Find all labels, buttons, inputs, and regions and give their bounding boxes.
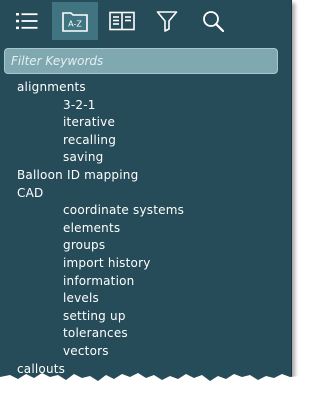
- az-label: A-Z: [68, 20, 82, 29]
- index-subentry[interactable]: iterative: [0, 114, 291, 132]
- index-panel: A-Z Filter Keywords alignments 3-2-1 ite…: [0, 0, 292, 392]
- index-subentry[interactable]: recalling: [0, 132, 291, 150]
- index-subentry[interactable]: tolerances: [0, 325, 291, 343]
- toc-button[interactable]: [4, 2, 50, 40]
- index-button[interactable]: A-Z: [52, 2, 98, 40]
- filter-keywords-input[interactable]: [4, 48, 278, 74]
- index-subentry[interactable]: setting up: [0, 308, 291, 326]
- glossary-button[interactable]: [99, 2, 145, 40]
- toolbar: A-Z: [0, 0, 291, 42]
- index-subentry[interactable]: groups: [0, 237, 291, 255]
- list-icon: [15, 12, 39, 30]
- index-subentry[interactable]: coordinate systems: [0, 202, 291, 220]
- index-entry[interactable]: alignments: [0, 79, 291, 97]
- index-subentry[interactable]: elements: [0, 220, 291, 238]
- index-entry[interactable]: Balloon ID mapping: [0, 167, 291, 185]
- book-icon: [109, 11, 135, 31]
- index-subentry[interactable]: vectors: [0, 343, 291, 361]
- index-subentry[interactable]: information: [0, 273, 291, 291]
- index-az-icon: A-Z: [62, 10, 88, 32]
- search-icon: [202, 10, 224, 32]
- filter-button[interactable]: [144, 2, 190, 40]
- filter-icon: [156, 10, 178, 32]
- search-button[interactable]: [190, 2, 236, 40]
- index-entry[interactable]: CAD: [0, 185, 291, 203]
- index-subentry[interactable]: 3-2-1: [0, 97, 291, 115]
- index-subentry[interactable]: saving: [0, 149, 291, 167]
- index-subentry[interactable]: import history: [0, 255, 291, 273]
- index-subentry[interactable]: levels: [0, 290, 291, 308]
- keyword-index-list: alignments 3-2-1 iterative recalling sav…: [0, 79, 291, 378]
- torn-edge: [0, 373, 300, 399]
